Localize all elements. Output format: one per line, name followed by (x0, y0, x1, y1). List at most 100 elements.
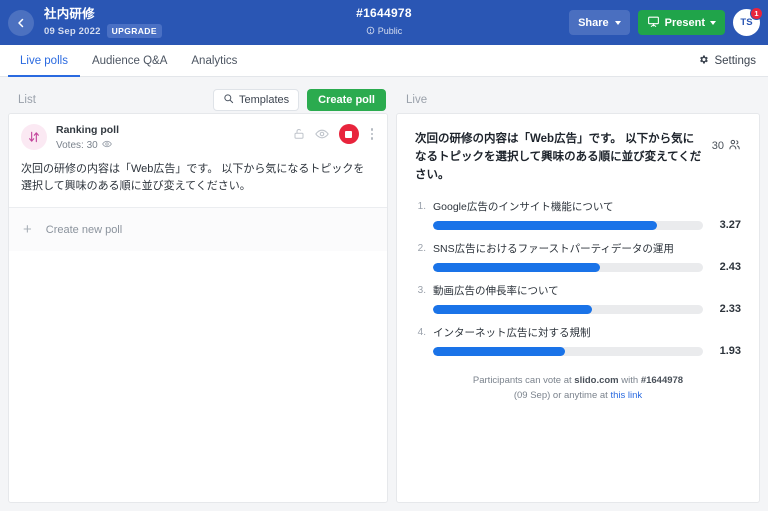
templates-button[interactable]: Templates (213, 89, 300, 111)
chevron-down-icon (710, 20, 716, 25)
poll-option-bar-row: 1.93 (415, 345, 741, 357)
poll-card-meta: Ranking poll Votes: 30 (56, 124, 119, 152)
create-new-poll-label: Create new poll (45, 223, 123, 236)
poll-option-label: 1. Google広告のインサイト機能について (415, 200, 741, 214)
bar-track (433, 262, 703, 272)
create-new-poll-row[interactable]: + Create new poll (9, 208, 387, 251)
poll-option-row: 3. 動画広告の伸長率について 2.33 (415, 284, 741, 315)
present-button[interactable]: Present (637, 10, 725, 35)
poll-option-row: 4. インターネット広告に対する規制 1.93 (415, 326, 741, 357)
vote-instructions-line2: (09 Sep) or anytime at this link (415, 388, 741, 403)
participants-count: 30 (712, 130, 741, 154)
event-visibility: Public (366, 22, 403, 40)
live-header: Live (396, 87, 760, 113)
option-text: SNS広告におけるファーストパーティデータの運用 (433, 243, 674, 255)
vote-code: #1644978 (640, 375, 684, 386)
bar-track (433, 220, 703, 230)
bar-fill (433, 346, 566, 356)
option-score: 1.93 (719, 345, 741, 357)
list-header: List Templates Create poll (8, 87, 388, 113)
workspace: List Templates Create poll Ranking poll … (0, 77, 768, 511)
live-question-row: 次回の研修の内容は「Web広告」です。 以下から気になるトピックを選択して興味の… (415, 130, 741, 184)
live-title: Live (406, 94, 428, 106)
search-icon (223, 93, 234, 107)
poll-list-item[interactable]: Ranking poll Votes: 30 次回の研修の内容は「Web広告」で… (9, 114, 387, 208)
vote-instructions: Participants can vote at slido.com with … (415, 373, 741, 403)
plus-icon: + (23, 221, 32, 238)
option-rank: 2. (417, 243, 426, 254)
option-rank: 1. (417, 201, 426, 212)
participants-count-value: 30 (711, 140, 724, 152)
tab-live-polls[interactable]: Live polls (8, 46, 80, 77)
vote-line1-middle: with (618, 375, 641, 386)
share-label: Share (578, 16, 609, 29)
settings-button[interactable]: Settings (694, 54, 760, 68)
bar-fill (433, 220, 658, 230)
stop-poll-button[interactable] (338, 124, 359, 144)
event-meta: 社内研修 09 Sep 2022 UPGRADE (44, 7, 162, 38)
list-actions: Templates Create poll (213, 89, 386, 111)
event-date: 09 Sep 2022 (44, 25, 101, 37)
preview-eye-icon[interactable] (314, 127, 329, 141)
polls-list-column: List Templates Create poll Ranking poll … (8, 87, 388, 503)
kebab-menu-icon[interactable] (369, 126, 376, 142)
templates-label: Templates (239, 94, 290, 106)
vote-line2-prefix: (09 Sep) or anytime at (513, 390, 611, 401)
chevron-left-icon (15, 17, 27, 29)
presentation-icon (647, 15, 660, 31)
nav-right: Settings (694, 45, 760, 76)
poll-card-actions (293, 124, 376, 144)
unlock-icon[interactable] (293, 128, 305, 140)
poll-option-bar-row: 2.43 (415, 261, 741, 273)
option-score: 3.27 (719, 219, 741, 231)
poll-option-row: 1. Google広告のインサイト機能について 3.27 (415, 200, 741, 231)
vote-line1-prefix: Participants can vote at (472, 375, 575, 386)
ranking-arrows-icon (21, 124, 47, 150)
bar-fill (433, 262, 601, 272)
vote-site: slido.com (574, 375, 619, 386)
people-icon (728, 138, 741, 154)
vote-instructions-line1: Participants can vote at slido.com with … (415, 373, 741, 388)
option-score: 2.33 (719, 303, 741, 315)
poll-option-bar-row: 3.27 (415, 219, 741, 231)
bar-track (433, 346, 703, 356)
create-poll-button[interactable]: Create poll (307, 89, 386, 111)
poll-option-bar-row: 2.33 (415, 303, 741, 315)
eye-icon (101, 139, 112, 152)
polls-list-panel: Ranking poll Votes: 30 次回の研修の内容は「Web広告」で… (8, 113, 388, 503)
option-rank: 3. (417, 285, 426, 296)
chevron-down-icon (614, 20, 621, 25)
poll-votes-label: Votes: 30 (56, 140, 98, 151)
list-title: List (18, 94, 36, 106)
visibility-label: Public (377, 25, 403, 36)
present-label: Present (664, 16, 705, 29)
event-title: 社内研修 (44, 7, 95, 21)
tab-analytics[interactable]: Analytics (179, 46, 249, 77)
info-circle-icon (366, 22, 375, 40)
tab-audience-qa[interactable]: Audience Q&A (80, 46, 179, 77)
this-link[interactable]: this link (610, 390, 642, 401)
top-bar: 社内研修 09 Sep 2022 UPGRADE #1644978 Public… (0, 0, 768, 45)
topbar-actions: Share Present TS 1 (569, 7, 763, 36)
poll-type-label: Ranking poll (56, 124, 119, 136)
poll-option-row: 2. SNS広告におけるファーストパーティデータの運用 2.43 (415, 242, 741, 273)
option-score: 2.43 (719, 261, 741, 273)
option-text: 動画広告の伸長率について (433, 285, 559, 297)
bar-track (433, 304, 703, 314)
poll-question-text: 次回の研修の内容は「Web広告」です。 以下から気になるトピックを選択して興味の… (21, 163, 365, 192)
event-code: #1644978 (356, 5, 412, 20)
poll-options-list: 1. Google広告のインサイト機能について 3.27 2. SNS広告におけ… (415, 200, 741, 357)
upgrade-button[interactable]: UPGRADE (106, 24, 162, 38)
avatar[interactable]: TS 1 (733, 7, 763, 36)
poll-votes: Votes: 30 (56, 139, 119, 152)
share-button[interactable]: Share (569, 10, 630, 35)
poll-option-label: 4. インターネット広告に対する規制 (415, 326, 741, 340)
live-question-text: 次回の研修の内容は「Web広告」です。 以下から気になるトピックを選択して興味の… (415, 133, 702, 181)
poll-option-label: 2. SNS広告におけるファーストパーティデータの運用 (415, 242, 741, 256)
settings-label: Settings (714, 54, 756, 67)
nav-tabs-bar: Live polls Audience Q&A Analytics Settin… (0, 45, 768, 77)
live-results-column: Live 次回の研修の内容は「Web広告」です。 以下から気になるトピックを選択… (396, 87, 760, 503)
back-button[interactable] (8, 9, 34, 36)
poll-option-label: 3. 動画広告の伸長率について (415, 284, 741, 298)
option-rank: 4. (417, 327, 426, 338)
